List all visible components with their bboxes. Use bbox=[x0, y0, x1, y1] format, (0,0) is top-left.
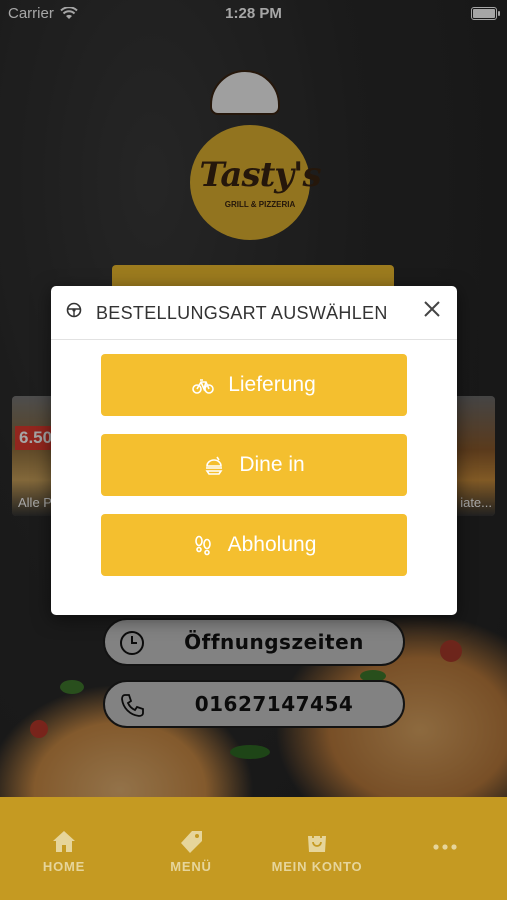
tab-bar: HOME MENÜ MEIN KONTO bbox=[0, 797, 507, 900]
modal-title: BESTELLUNGSART AUSWÄHLEN bbox=[96, 303, 388, 323]
close-icon[interactable] bbox=[421, 298, 443, 320]
home-icon bbox=[53, 831, 75, 852]
tab-home-label: HOME bbox=[42, 859, 86, 874]
tag-icon bbox=[181, 831, 202, 853]
dine-in-label: Dine in bbox=[239, 453, 305, 476]
pickup-button[interactable]: Abholung bbox=[101, 514, 407, 576]
modal-header: BESTELLUNGSART AUSWÄHLEN bbox=[51, 286, 457, 340]
delivery-label: Lieferung bbox=[228, 373, 316, 396]
steering-wheel-icon bbox=[66, 302, 82, 318]
tab-menu-label: MENÜ bbox=[170, 859, 212, 874]
tab-my-account-label: MEIN KONTO bbox=[271, 859, 363, 874]
dine-in-button[interactable]: Dine in bbox=[101, 434, 407, 496]
footsteps-icon bbox=[194, 535, 211, 556]
tab-home[interactable]: HOME bbox=[38, 797, 90, 900]
tab-menu[interactable]: MENÜ bbox=[165, 797, 217, 900]
delivery-button[interactable]: Lieferung bbox=[101, 354, 407, 416]
tab-my-account[interactable]: MEIN KONTO bbox=[268, 797, 366, 900]
shopping-bag-icon bbox=[308, 829, 326, 852]
bicycle-icon bbox=[192, 379, 215, 394]
more-icon bbox=[433, 844, 457, 850]
order-type-modal: BESTELLUNGSART AUSWÄHLEN Lieferung Dine … bbox=[51, 286, 457, 615]
pickup-label: Abholung bbox=[227, 533, 317, 556]
food-icon bbox=[205, 456, 223, 475]
tab-more[interactable] bbox=[428, 797, 462, 900]
